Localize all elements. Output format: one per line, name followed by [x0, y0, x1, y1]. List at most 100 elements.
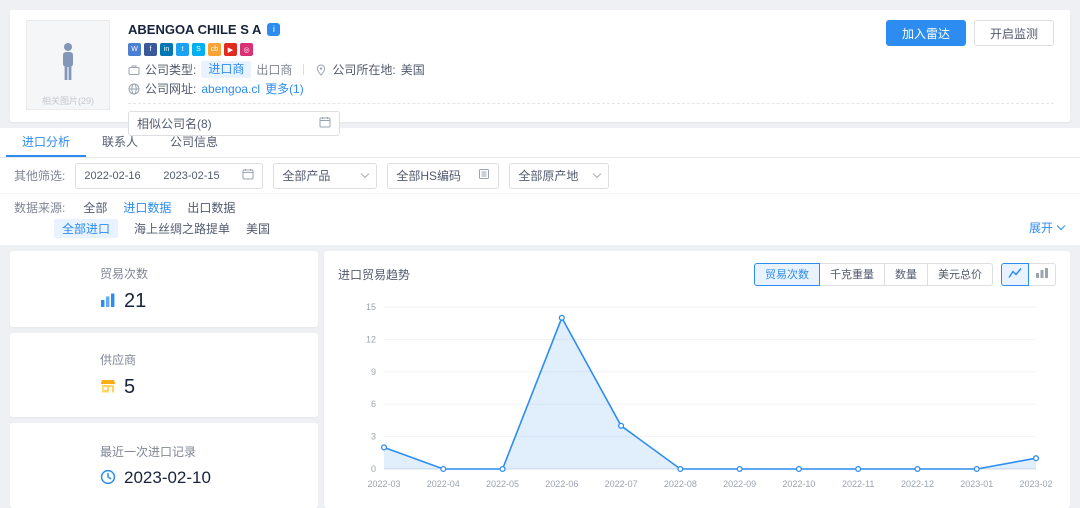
facebook-icon[interactable]: f [144, 43, 157, 56]
origin-select[interactable]: 全部原产地 [509, 163, 609, 189]
instagram-icon[interactable]: ◎ [240, 43, 253, 56]
svg-text:2022-04: 2022-04 [427, 479, 460, 489]
svg-text:2022-08: 2022-08 [664, 479, 697, 489]
chart-header: 进口贸易趋势 贸易次数 千克重量 数量 美元总价 [338, 261, 1056, 287]
clock-icon [100, 469, 116, 488]
datasource-sub-row: 全部进口 海上丝绸之路提单 美国 [14, 218, 1066, 238]
expand-label: 展开 [1029, 219, 1053, 236]
hs-code-select[interactable]: 全部HS编码 [387, 163, 499, 189]
datasource-row: 数据来源: 全部 进口数据 出口数据 [14, 197, 1066, 217]
metric-quantity-button[interactable]: 数量 [884, 263, 928, 286]
filter-row: 其他筛选: 2022-02-16 2023-02-15 全部产品 全部HS编码 … [0, 158, 1080, 194]
company-name: ABENGOA CHILE S A [128, 22, 261, 37]
trade-count-value: 21 [124, 290, 146, 313]
svg-text:2022-05: 2022-05 [486, 479, 519, 489]
svg-text:2022-09: 2022-09 [723, 479, 756, 489]
svg-text:2022-07: 2022-07 [605, 479, 638, 489]
bar-chart-toggle[interactable] [1028, 263, 1056, 286]
chart-controls: 贸易次数 千克重量 数量 美元总价 [754, 263, 1056, 286]
datasource-label: 数据来源: [14, 199, 65, 216]
product-select[interactable]: 全部产品 [273, 163, 377, 189]
ds-sub-all-import[interactable]: 全部进口 [54, 219, 118, 238]
date-range-picker[interactable]: 2022-02-16 2023-02-15 [75, 163, 263, 189]
website-link[interactable]: abengoa.cl [201, 82, 260, 96]
location-label: 公司所在地: [332, 61, 395, 78]
svg-text:2022-12: 2022-12 [901, 479, 934, 489]
ds-option-import-data[interactable]: 进口数据 [123, 199, 171, 216]
date-end-value: 2023-02-15 [163, 170, 219, 182]
svg-text:0: 0 [371, 464, 376, 474]
trend-chart-card: 进口贸易趋势 贸易次数 千克重量 数量 美元总价 [324, 251, 1070, 508]
metric-button-group: 贸易次数 千克重量 数量 美元总价 [754, 263, 993, 286]
twitter-icon[interactable]: t [176, 43, 189, 56]
svg-text:2022-10: 2022-10 [782, 479, 815, 489]
ds-option-export-data[interactable]: 出口数据 [187, 199, 235, 216]
metric-kg-weight-button[interactable]: 千克重量 [819, 263, 885, 286]
hs-code-value: 全部HS编码 [396, 167, 461, 184]
line-chart-toggle[interactable] [1001, 263, 1029, 286]
hs-book-icon [478, 168, 490, 183]
company-claim-icon[interactable]: i [267, 23, 280, 36]
chevron-down-icon [361, 170, 369, 178]
more-websites-link[interactable]: 更多(1) [265, 80, 304, 97]
svg-text:2023-02: 2023-02 [1019, 479, 1052, 489]
similar-company-select[interactable]: 相似公司名(8) [128, 111, 340, 136]
supplier-icon [100, 378, 116, 397]
supplier-count-label: 供应商 [100, 351, 318, 368]
expand-toggle[interactable]: 展开 [1029, 219, 1064, 236]
last-import-card: 最近一次进口记录 2023-02-10 [10, 423, 318, 508]
importer-tag[interactable]: 进口商 [201, 61, 251, 78]
skype-icon[interactable]: S [192, 43, 205, 56]
ds-option-all[interactable]: 全部 [83, 199, 107, 216]
trend-chart-svg: 036912152022-032022-042022-052022-062022… [338, 293, 1054, 495]
trade-count-card: 贸易次数 21 [10, 251, 318, 327]
crunchbase-icon[interactable]: cb [208, 43, 221, 56]
metric-usd-total-button[interactable]: 美元总价 [927, 263, 993, 286]
calendar-icon [319, 116, 331, 131]
exporter-tag[interactable]: 出口商 [256, 61, 292, 78]
last-import-value: 2023-02-10 [124, 468, 211, 488]
start-monitor-button[interactable]: 开启监测 [974, 20, 1054, 46]
chevron-down-icon [593, 170, 601, 178]
analysis-panel: 进口分析 联系人 公司信息 其他筛选: 2022-02-16 2023-02-1… [0, 128, 1080, 245]
metric-trade-count-button[interactable]: 贸易次数 [754, 263, 820, 286]
svg-text:2022-03: 2022-03 [367, 479, 400, 489]
website-icon[interactable]: W [128, 43, 141, 56]
header-actions: 加入雷达 开启监测 [886, 20, 1054, 46]
company-header-card: 相关图片(29) ABENGOA CHILE S A i W f in t S … [10, 10, 1070, 122]
datasource-section: 数据来源: 全部 进口数据 出口数据 全部进口 海上丝绸之路提单 美国 展开 [0, 194, 1080, 245]
origin-select-value: 全部原产地 [518, 167, 578, 184]
last-import-label: 最近一次进口记录 [100, 443, 318, 460]
location-pin-icon [315, 64, 327, 76]
linkedin-icon[interactable]: in [160, 43, 173, 56]
svg-text:12: 12 [366, 334, 376, 344]
divider [303, 64, 304, 75]
supplier-count-value: 5 [124, 376, 135, 399]
company-type-label: 公司类型: [145, 61, 196, 78]
chevron-down-icon [1057, 222, 1065, 230]
calendar-icon [242, 168, 254, 183]
page: 相关图片(29) ABENGOA CHILE S A i W f in t S … [0, 0, 1080, 501]
company-type-row: 公司类型: 进口商 出口商 公司所在地: 美国 [128, 60, 1054, 79]
company-photo-thumbnail[interactable]: 相关图片(29) [26, 20, 110, 110]
website-label: 公司网址: [145, 80, 196, 97]
bar-chart-icon [100, 292, 116, 311]
date-start-value: 2022-02-16 [84, 170, 140, 182]
company-website-row: 公司网址: abengoa.cl 更多(1) [128, 79, 1054, 98]
other-filters-label: 其他筛选: [14, 167, 65, 184]
add-radar-button[interactable]: 加入雷达 [886, 20, 966, 46]
ds-sub-maritime-silkroad[interactable]: 海上丝绸之路提单 [134, 220, 230, 237]
svg-text:2022-06: 2022-06 [545, 479, 578, 489]
supplier-count-card: 供应商 5 [10, 333, 318, 417]
chart-title: 进口贸易趋势 [338, 266, 410, 283]
svg-text:15: 15 [366, 302, 376, 312]
tab-import-analysis[interactable]: 进口分析 [6, 128, 86, 157]
chart-type-group [1001, 263, 1056, 286]
ds-sub-usa[interactable]: 美国 [246, 220, 270, 237]
trade-count-label: 贸易次数 [100, 265, 318, 282]
svg-text:2023-01: 2023-01 [960, 479, 993, 489]
youtube-icon[interactable]: ▶ [224, 43, 237, 56]
related-images-label: 相关图片(29) [27, 94, 109, 107]
main-content: 贸易次数 21 供应商 5 最近一次进口记录 [10, 251, 1070, 508]
similar-company-value: 相似公司名(8) [137, 115, 212, 132]
